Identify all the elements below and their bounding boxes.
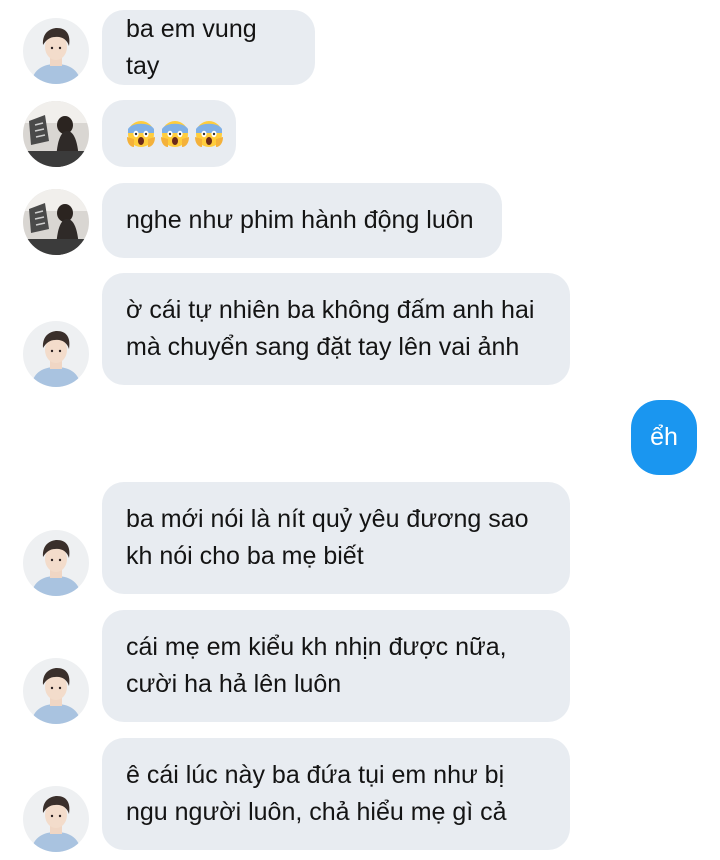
boy-avatar-icon[interactable] bbox=[23, 321, 89, 387]
message-text: ờ cái tự nhiên ba không đấm anh hai mà c… bbox=[126, 296, 535, 361]
boy-avatar-icon[interactable] bbox=[23, 18, 89, 84]
scream-emoji-icon bbox=[126, 82, 156, 186]
message-row: ê cái lúc này ba đứa tụi em như bị ngu n… bbox=[0, 738, 720, 852]
boy-avatar-icon[interactable] bbox=[23, 658, 89, 724]
message-row: ba em vung tay bbox=[0, 10, 720, 85]
message-text: nghe như phim hành động luôn bbox=[126, 206, 474, 234]
message-row: cái mẹ em kiểu kh nhịn được nữa, cười ha… bbox=[0, 610, 720, 724]
message-row: nghe như phim hành động luôn bbox=[0, 183, 720, 258]
message-bubble[interactable]: ba em vung tay bbox=[102, 10, 315, 85]
message-text: ê cái lúc này ba đứa tụi em như bị ngu n… bbox=[126, 761, 507, 826]
message-text: cái mẹ em kiểu kh nhịn được nữa, cười ha… bbox=[126, 633, 507, 698]
scream-emoji-icon bbox=[160, 82, 190, 186]
girl-avatar-icon[interactable] bbox=[23, 189, 89, 255]
message-text: ba em vung tay bbox=[126, 14, 257, 80]
boy-avatar-icon[interactable] bbox=[23, 530, 89, 596]
message-bubble[interactable]: ờ cái tự nhiên ba không đấm anh hai mà c… bbox=[102, 273, 570, 385]
message-row bbox=[0, 100, 720, 167]
message-bubble[interactable]: ê cái lúc này ba đứa tụi em như bị ngu n… bbox=[102, 738, 570, 850]
boy-avatar-icon[interactable] bbox=[23, 786, 89, 852]
scream-emoji-icon bbox=[194, 82, 224, 186]
girl-avatar-icon[interactable] bbox=[23, 101, 89, 167]
message-row: ờ cái tự nhiên ba không đấm anh hai mà c… bbox=[0, 273, 720, 387]
message-text: ba mới nói là nít quỷ yêu đương sao kh n… bbox=[126, 505, 529, 570]
message-bubble[interactable] bbox=[102, 100, 236, 167]
message-bubble[interactable]: nghe như phim hành động luôn bbox=[102, 183, 502, 258]
message-row: ểh bbox=[0, 400, 720, 475]
message-text: ểh bbox=[650, 423, 678, 451]
message-bubble[interactable]: ba mới nói là nít quỷ yêu đương sao kh n… bbox=[102, 482, 570, 594]
emoji-line bbox=[126, 82, 224, 186]
message-row: ba mới nói là nít quỷ yêu đương sao kh n… bbox=[0, 482, 720, 596]
outgoing-message-bubble[interactable]: ểh bbox=[631, 400, 697, 475]
message-bubble[interactable]: cái mẹ em kiểu kh nhịn được nữa, cười ha… bbox=[102, 610, 570, 722]
